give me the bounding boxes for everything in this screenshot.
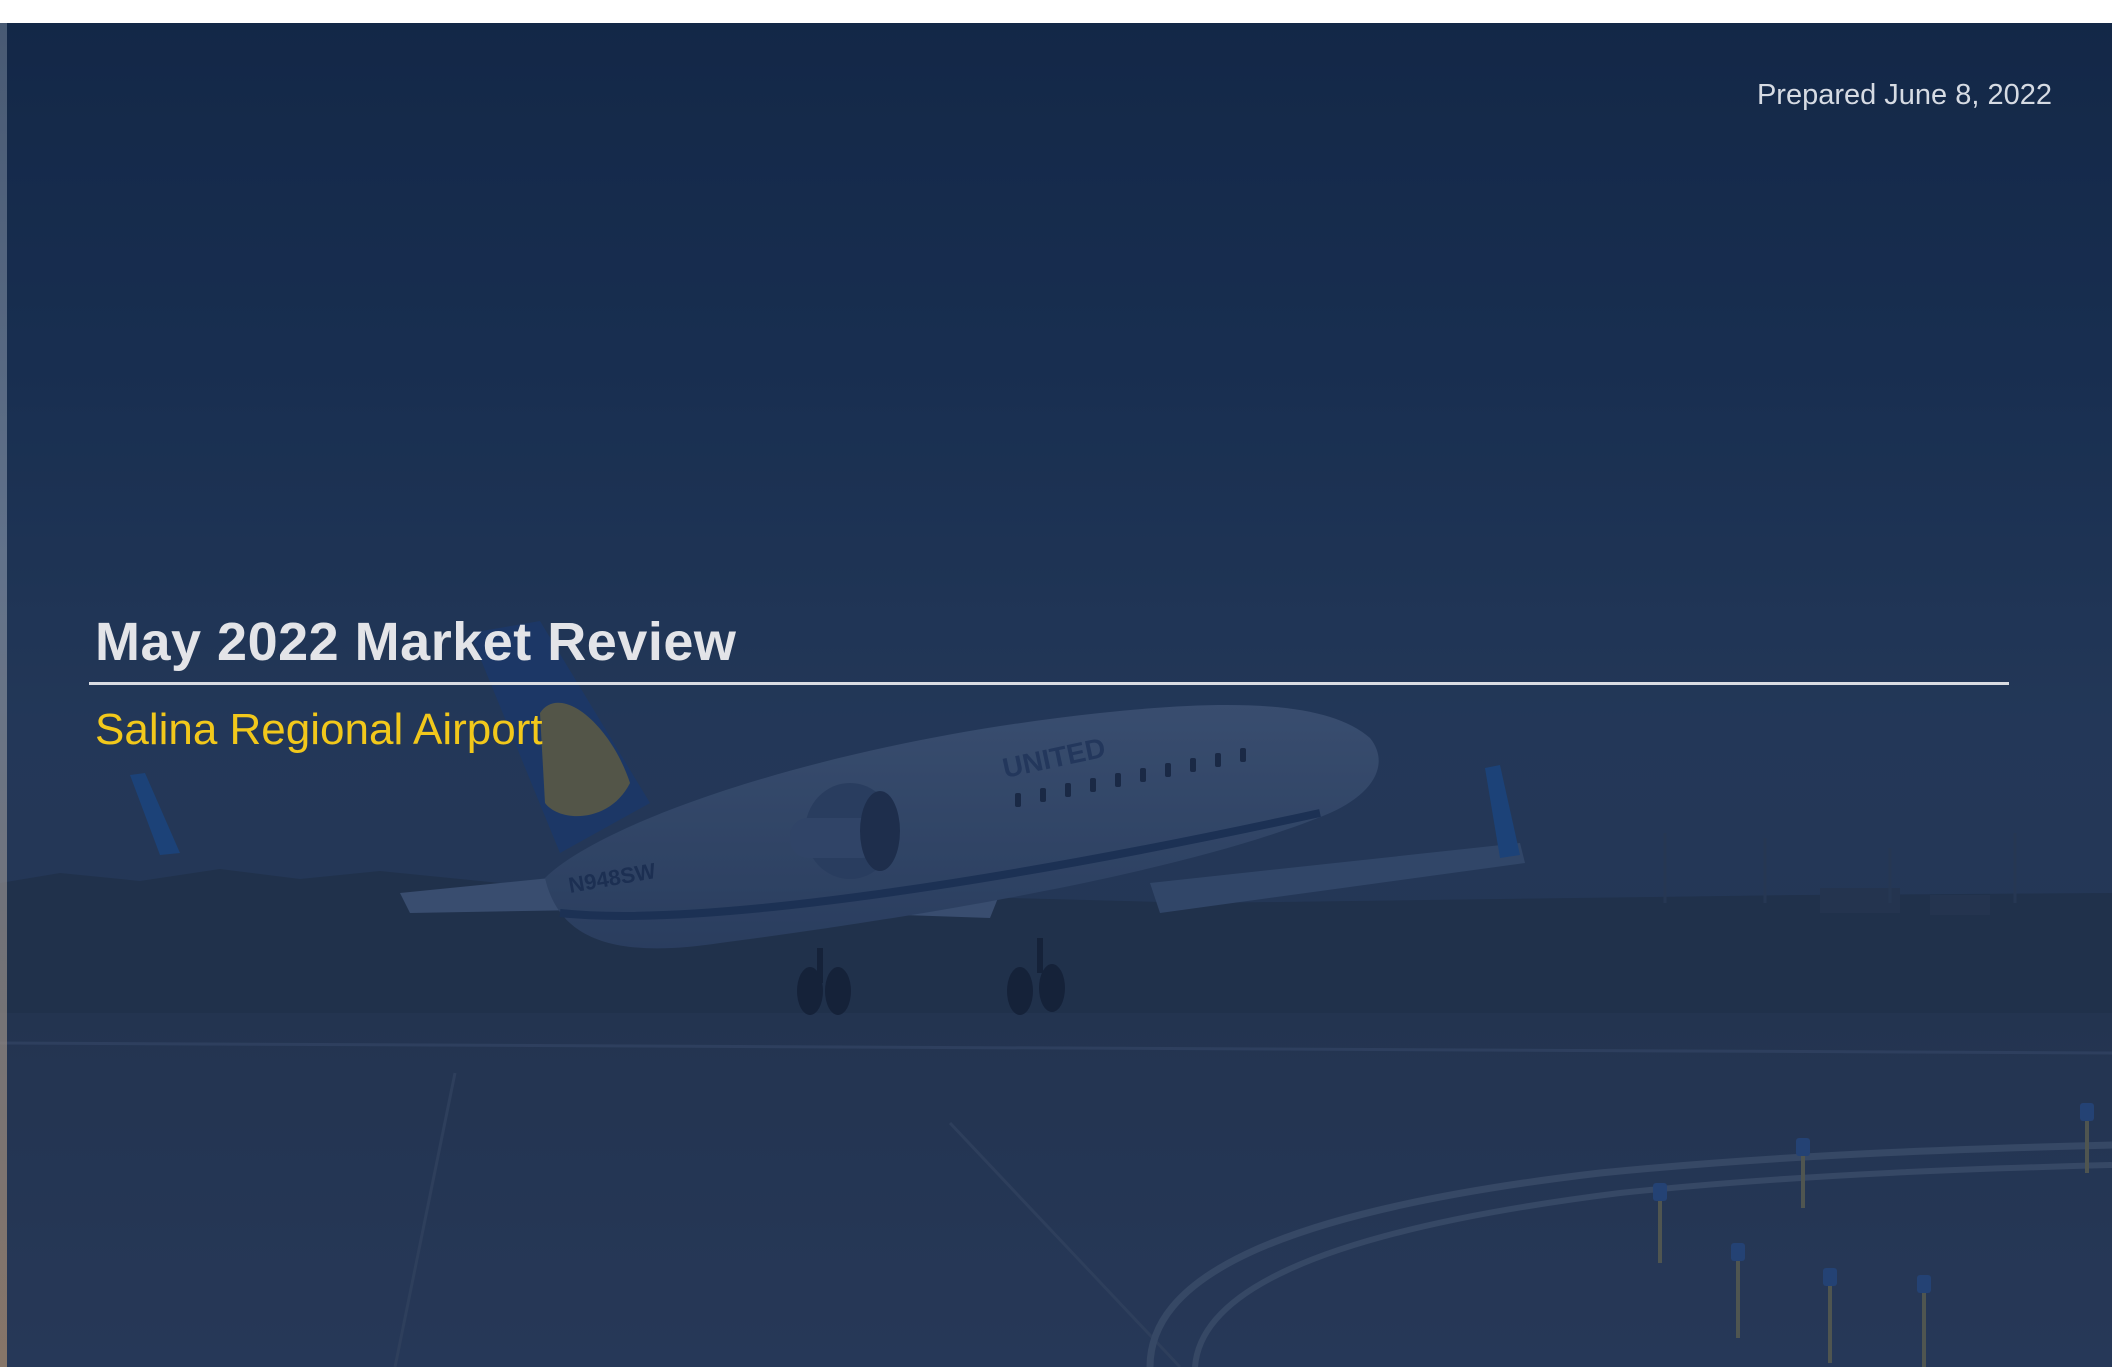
slide-title: May 2022 Market Review — [95, 612, 737, 672]
navy-color-overlay — [0, 23, 2112, 1367]
slide-subtitle: Salina Regional Airport — [95, 705, 543, 754]
title-divider — [89, 682, 2009, 685]
title-slide: UNITED N948SW Prepared June 8, 2022 May … — [0, 23, 2112, 1367]
prepared-date: Prepared June 8, 2022 — [1756, 79, 2052, 111]
slide-left-edge — [0, 23, 7, 1367]
